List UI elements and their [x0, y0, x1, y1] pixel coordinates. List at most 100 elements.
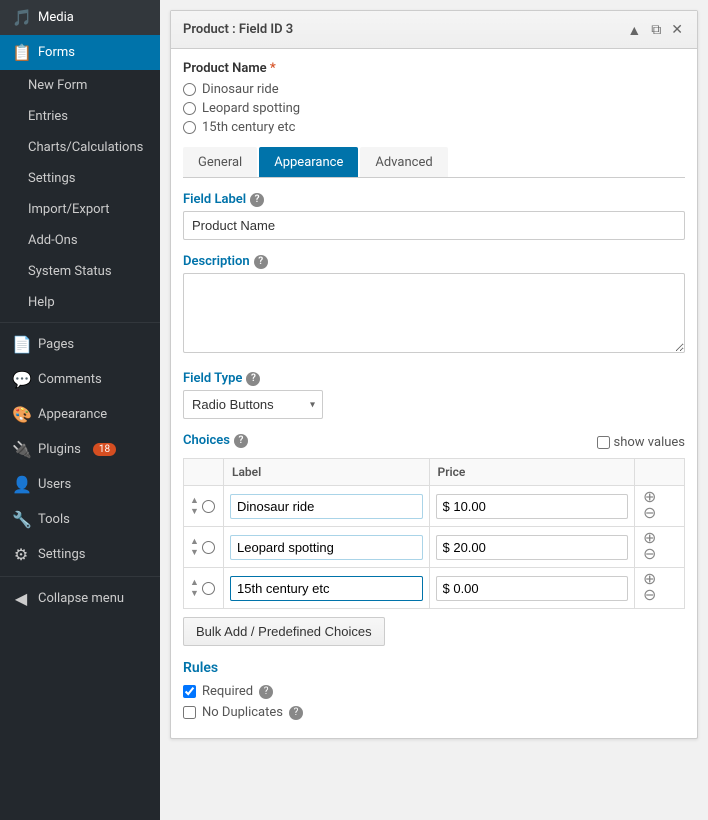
radio-dinosaur-label: Dinosaur ride	[202, 82, 279, 97]
sidebar-item-settings[interactable]: Settings	[0, 163, 160, 194]
choice-price-input-2[interactable]	[436, 535, 629, 560]
row3-controls: ▲▼	[184, 568, 224, 609]
choice-label-input-2[interactable]	[230, 535, 423, 560]
row2-label	[224, 527, 430, 568]
radio-dinosaur[interactable]	[183, 83, 196, 96]
sidebar-item-new-form[interactable]: New Form	[0, 70, 160, 101]
field-label-input[interactable]	[183, 211, 685, 240]
tab-appearance[interactable]: Appearance	[259, 147, 358, 177]
choice-radio-1[interactable]	[202, 500, 215, 513]
panel-header: Product : Field ID 3 ▲ ⧉ ✕	[171, 11, 697, 49]
tab-general[interactable]: General	[183, 147, 257, 177]
import-export-label: Import/Export	[28, 202, 110, 217]
field-type-select-wrap: Radio Buttons Checkboxes Select Text ▾	[183, 390, 323, 419]
description-group: Description ?	[183, 254, 685, 357]
appearance-icon: 🎨	[12, 405, 30, 424]
no-duplicates-label: No Duplicates	[202, 705, 283, 720]
form-panel: Product : Field ID 3 ▲ ⧉ ✕ Product Name …	[170, 10, 698, 739]
choice-price-input-1[interactable]	[436, 494, 629, 519]
field-type-select[interactable]: Radio Buttons Checkboxes Select Text	[183, 390, 323, 419]
choices-label: Choices ?	[183, 433, 248, 448]
remove-choice-1-button[interactable]: ⊖	[641, 506, 658, 522]
required-checkbox[interactable]	[183, 685, 196, 698]
add-choice-3-button[interactable]: ⊕	[641, 572, 658, 588]
sidebar-item-pages[interactable]: 📄 Pages	[0, 327, 160, 362]
sidebar-item-collapse[interactable]: ◀ Collapse menu	[0, 581, 160, 616]
new-form-label: New Form	[28, 78, 87, 93]
radio-option-3: 15th century etc	[183, 120, 685, 135]
sidebar-item-settings2[interactable]: ⚙ Settings	[0, 537, 160, 572]
sidebar-item-help[interactable]: Help	[0, 287, 160, 318]
field-type-help-icon[interactable]: ?	[246, 372, 260, 386]
sidebar-item-media[interactable]: 🎵 Media	[0, 0, 160, 35]
settings-label: Settings	[28, 171, 75, 186]
radio-leopard[interactable]	[183, 102, 196, 115]
panel-copy-button[interactable]: ⧉	[649, 19, 663, 40]
sidebar-item-plugins[interactable]: 🔌 Plugins 18	[0, 432, 160, 467]
choice-price-input-3[interactable]	[436, 576, 629, 601]
bulk-add-button[interactable]: Bulk Add / Predefined Choices	[183, 617, 385, 646]
sidebar-item-system-status[interactable]: System Status	[0, 256, 160, 287]
pages-icon: 📄	[12, 335, 30, 354]
tabs: General Appearance Advanced	[183, 147, 685, 178]
choice-radio-3[interactable]	[202, 582, 215, 595]
sort-arrows-2[interactable]: ▲▼	[190, 536, 199, 558]
required-help-icon[interactable]: ?	[259, 685, 273, 699]
sidebar-item-charts[interactable]: Charts/Calculations	[0, 132, 160, 163]
no-duplicates-checkbox[interactable]	[183, 706, 196, 719]
choice-controls-1: ▲▼	[190, 495, 217, 517]
show-values-label: show values	[614, 435, 685, 450]
description-textarea[interactable]	[183, 273, 685, 353]
row2-actions: ⊕ ⊖	[635, 527, 685, 568]
sidebar-item-import-export[interactable]: Import/Export	[0, 194, 160, 225]
radio-15th-label: 15th century etc	[202, 120, 295, 135]
row3-actions: ⊕ ⊖	[635, 568, 685, 609]
rules-title: Rules	[183, 660, 685, 676]
panel-collapse-button[interactable]: ▲	[625, 20, 643, 40]
sidebar-item-users[interactable]: 👤 Users	[0, 467, 160, 502]
field-label-help-icon[interactable]: ?	[250, 193, 264, 207]
settings2-icon: ⚙	[12, 545, 30, 564]
add-choice-2-button[interactable]: ⊕	[641, 531, 658, 547]
no-duplicates-help-icon[interactable]: ?	[289, 706, 303, 720]
choice-label-input-3[interactable]	[230, 576, 423, 601]
choices-table: Label Price ▲▼	[183, 458, 685, 609]
sidebar-item-add-ons[interactable]: Add-Ons	[0, 225, 160, 256]
sort-arrows-3[interactable]: ▲▼	[190, 577, 199, 599]
choice-radio-2[interactable]	[202, 541, 215, 554]
description-label: Description ?	[183, 254, 685, 269]
row2-controls: ▲▼	[184, 527, 224, 568]
required-star: *	[270, 61, 276, 76]
field-type-group: Field Type ? Radio Buttons Checkboxes Se…	[183, 371, 685, 419]
remove-choice-3-button[interactable]: ⊖	[641, 588, 658, 604]
field-type-label: Field Type ?	[183, 371, 685, 386]
description-help-icon[interactable]: ?	[254, 255, 268, 269]
sidebar-item-tools[interactable]: 🔧 Tools	[0, 502, 160, 537]
plugins-label: Plugins	[38, 442, 81, 457]
show-values-wrap: show values	[597, 435, 685, 450]
radio-15th[interactable]	[183, 121, 196, 134]
comments-label: Comments	[38, 372, 102, 387]
choice-label-input-1[interactable]	[230, 494, 423, 519]
main-content: Product : Field ID 3 ▲ ⧉ ✕ Product Name …	[160, 0, 708, 820]
table-row: ▲▼ ⊕ ⊖	[184, 568, 685, 609]
choices-help-icon[interactable]: ?	[234, 434, 248, 448]
collapse-label: Collapse menu	[38, 591, 124, 606]
row1-actions: ⊕ ⊖	[635, 486, 685, 527]
choices-header: Choices ? show values	[183, 433, 685, 452]
tools-label: Tools	[38, 512, 70, 527]
panel-close-button[interactable]: ✕	[669, 19, 685, 40]
show-values-checkbox[interactable]	[597, 436, 610, 449]
sort-arrows-1[interactable]: ▲▼	[190, 495, 199, 517]
collapse-icon: ◀	[12, 589, 30, 608]
sidebar-item-entries[interactable]: Entries	[0, 101, 160, 132]
row3-price	[429, 568, 635, 609]
tab-advanced[interactable]: Advanced	[360, 147, 447, 177]
product-name-label: Product Name *	[183, 61, 685, 76]
sidebar-item-comments[interactable]: 💬 Comments	[0, 362, 160, 397]
sidebar-item-appearance[interactable]: 🎨 Appearance	[0, 397, 160, 432]
add-choice-1-button[interactable]: ⊕	[641, 490, 658, 506]
row2-price	[429, 527, 635, 568]
remove-choice-2-button[interactable]: ⊖	[641, 547, 658, 563]
sidebar-item-forms[interactable]: 📋 Forms	[0, 35, 160, 70]
